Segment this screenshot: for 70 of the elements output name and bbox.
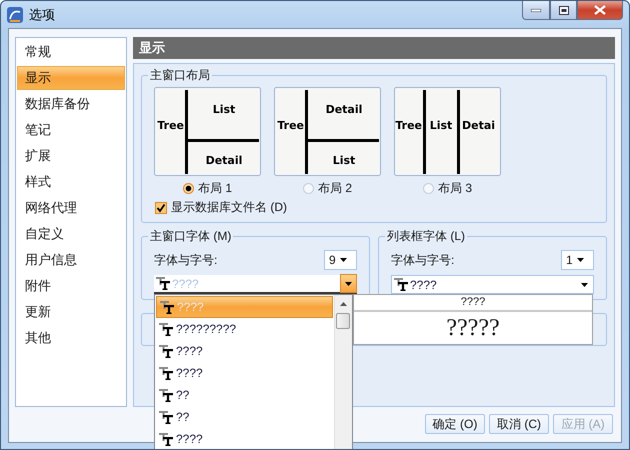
caret-icon xyxy=(340,258,347,262)
layout-preview[interactable]: Tree List Detai xyxy=(394,87,501,176)
truetype-icon xyxy=(160,300,174,314)
layout-radio[interactable]: 布局 3 xyxy=(422,179,472,197)
font-option[interactable]: ?? xyxy=(156,406,333,428)
truetype-icon xyxy=(159,388,173,402)
layout-preview[interactable]: Tree Detail List xyxy=(274,87,381,176)
maximize-icon xyxy=(558,6,568,14)
pane-label: Tree xyxy=(395,119,422,132)
size-dropdown[interactable]: 1 xyxy=(561,250,594,270)
font-option[interactable]: ???? xyxy=(156,340,333,362)
check-icon xyxy=(156,202,166,212)
pane-label: Tree xyxy=(277,119,304,132)
sidebar-item[interactable]: 网络代理 xyxy=(17,196,125,220)
truetype-icon xyxy=(159,410,173,424)
window-title: 选项 xyxy=(29,6,56,24)
sidebar-item[interactable]: 常规 xyxy=(17,40,125,64)
close-button[interactable] xyxy=(577,1,623,20)
sidebar-item[interactable]: 笔记 xyxy=(17,118,125,142)
font-option[interactable]: ????????? xyxy=(156,318,333,340)
minimize-icon xyxy=(531,8,541,12)
show-filename-checkbox[interactable]: 显示数据库文件名 (D) xyxy=(142,197,606,216)
preview-sample: ????? xyxy=(445,314,501,343)
truetype-icon xyxy=(159,322,173,336)
app-icon xyxy=(7,6,23,22)
pane-label: List xyxy=(332,154,356,167)
caret-icon xyxy=(576,258,584,262)
sidebar-item[interactable]: 更新 xyxy=(17,300,125,324)
sidebar-item[interactable]: 附件 xyxy=(17,274,125,298)
pane-label: Tree xyxy=(157,119,184,132)
font-option[interactable]: ???? xyxy=(156,362,333,384)
caret-icon xyxy=(581,282,588,286)
scrollbar-thumb[interactable] xyxy=(336,313,350,329)
layout-radio[interactable]: 布局 1 xyxy=(182,179,232,197)
group-title: 主窗口字体 (M) xyxy=(148,228,234,245)
font-option[interactable]: ???? xyxy=(156,428,333,449)
sidebar-item[interactable]: 显示 xyxy=(17,66,125,90)
truetype-icon xyxy=(156,277,170,290)
caret-icon xyxy=(345,282,352,286)
section-header: 显示 xyxy=(133,37,615,59)
scrollbar[interactable] xyxy=(334,295,352,449)
layout-preview[interactable]: Tree List Detail xyxy=(154,87,261,176)
field-label: 字体与字号: xyxy=(391,252,454,268)
pane-label: Detail xyxy=(326,103,362,116)
sidebar-item[interactable]: 样式 xyxy=(17,170,125,194)
pane-label: List xyxy=(430,119,452,132)
field-label: 字体与字号: xyxy=(154,252,218,268)
sidebar-item[interactable]: 用户信息 xyxy=(17,248,125,272)
sidebar-item[interactable]: 其他 xyxy=(17,326,125,350)
close-icon xyxy=(594,5,606,15)
dialog-button[interactable]: 取消 (C) xyxy=(489,414,549,434)
pane-label: List xyxy=(212,103,236,116)
pane-label: Detai xyxy=(462,119,496,132)
maximize-button[interactable] xyxy=(550,1,577,20)
truetype-icon xyxy=(159,366,173,380)
font-option[interactable]: ?? xyxy=(156,384,333,406)
sidebar-item[interactable]: 扩展 xyxy=(17,144,125,168)
group-title: 列表框字体 (L) xyxy=(385,228,467,245)
size-dropdown[interactable]: 9 xyxy=(324,250,357,270)
minimize-button[interactable] xyxy=(522,1,550,20)
truetype-icon xyxy=(394,278,408,291)
pane-label: Detail xyxy=(206,154,242,167)
scroll-up-icon xyxy=(340,302,347,306)
font-dropdown[interactable]: ???? xyxy=(391,275,594,294)
truetype-icon xyxy=(159,344,173,358)
dialog-button[interactable]: 确定 (O) xyxy=(425,414,485,434)
sidebar-item[interactable]: 自定义 xyxy=(17,222,125,246)
layout-radio[interactable]: 布局 2 xyxy=(302,179,352,197)
truetype-icon xyxy=(159,432,173,446)
sidebar-item[interactable]: 数据库备份 xyxy=(17,92,125,116)
